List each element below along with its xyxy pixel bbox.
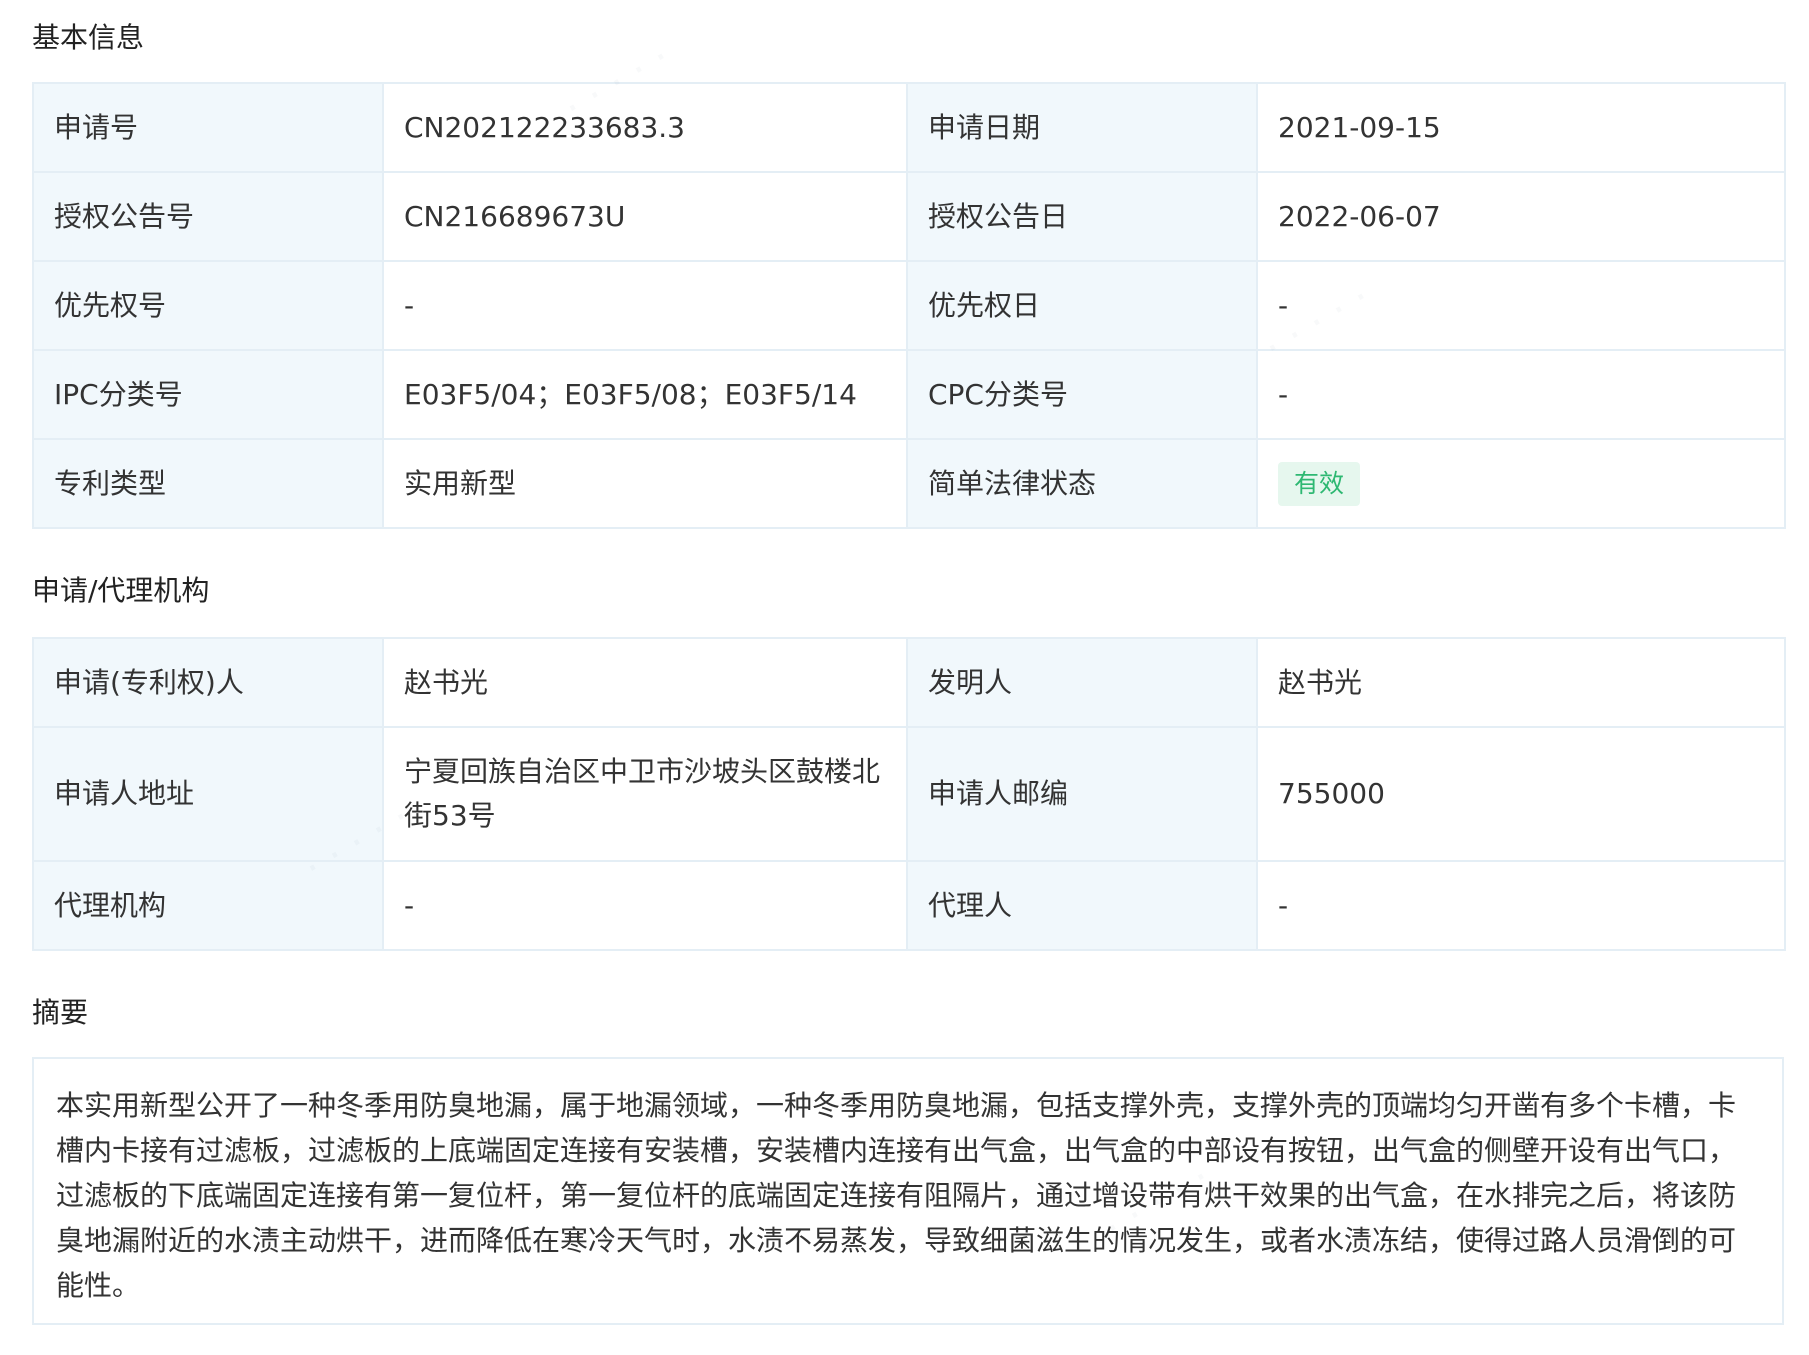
value-cpc: -: [1256, 349, 1786, 440]
value-priority-date: -: [1256, 260, 1786, 351]
table-row: 申请人地址 宁夏回族自治区中卫市沙坡头区鼓楼北街53号 申请人邮编 755000: [32, 726, 1786, 862]
value-agent: -: [1256, 860, 1786, 951]
label-agency: 代理机构: [32, 860, 384, 951]
label-applicant: 申请(专利权)人: [32, 637, 384, 728]
value-patent-type: 实用新型: [382, 438, 908, 529]
table-row: 申请号 CN202122233683.3 申请日期 2021-09-15: [32, 82, 1786, 173]
label-agent: 代理人: [906, 860, 1258, 951]
value-inventor: 赵书光: [1256, 637, 1786, 728]
status-badge: 有效: [1278, 462, 1361, 506]
label-priority-number: 优先权号: [32, 260, 384, 351]
value-application-number: CN202122233683.3: [382, 82, 908, 173]
value-grant-date: 2022-06-07: [1256, 171, 1786, 262]
label-inventor: 发明人: [906, 637, 1258, 728]
table-row: 专利类型 实用新型 简单法律状态 有效: [32, 438, 1786, 529]
table-row: 优先权号 - 优先权日 -: [32, 260, 1786, 351]
value-agency: -: [382, 860, 908, 951]
agency-table: 申请(专利权)人 赵书光 发明人 赵书光 申请人地址 宁夏回族自治区中卫市沙坡头…: [32, 637, 1786, 951]
section-title-basic-info: 基本信息: [32, 21, 145, 54]
label-applicant-address: 申请人地址: [32, 726, 384, 862]
label-application-number: 申请号: [32, 82, 384, 173]
label-cpc: CPC分类号: [906, 349, 1258, 440]
value-application-date: 2021-09-15: [1256, 82, 1786, 173]
label-grant-date: 授权公告日: [906, 171, 1258, 262]
abstract-text: 本实用新型公开了一种冬季用防臭地漏，属于地漏领域，一种冬季用防臭地漏，包括支撑外…: [32, 1057, 1784, 1325]
value-applicant: 赵书光: [382, 637, 908, 728]
table-row: 代理机构 - 代理人 -: [32, 860, 1786, 951]
label-postal-code: 申请人邮编: [906, 726, 1258, 862]
value-legal-status-cell: 有效: [1256, 438, 1786, 529]
basic-info-table: 申请号 CN202122233683.3 申请日期 2021-09-15 授权公…: [32, 82, 1786, 529]
label-priority-date: 优先权日: [906, 260, 1258, 351]
table-row: 申请(专利权)人 赵书光 发明人 赵书光: [32, 637, 1786, 728]
label-legal-status: 简单法律状态: [906, 438, 1258, 529]
value-postal-code: 755000: [1256, 726, 1786, 862]
value-ipc: E03F5/04；E03F5/08；E03F5/14: [382, 349, 908, 440]
value-applicant-address: 宁夏回族自治区中卫市沙坡头区鼓楼北街53号: [382, 726, 908, 862]
section-title-abstract: 摘要: [32, 996, 89, 1029]
label-patent-type: 专利类型: [32, 438, 384, 529]
value-grant-number: CN216689673U: [382, 171, 908, 262]
table-row: 授权公告号 CN216689673U 授权公告日 2022-06-07: [32, 171, 1786, 262]
label-grant-number: 授权公告号: [32, 171, 384, 262]
patent-detail-page: 基本信息 申请号 CN202122233683.3 申请日期 2021-09-1…: [0, 0, 1809, 1355]
section-title-agency: 申请/代理机构: [32, 574, 210, 607]
table-row: IPC分类号 E03F5/04；E03F5/08；E03F5/14 CPC分类号…: [32, 349, 1786, 440]
label-application-date: 申请日期: [906, 82, 1258, 173]
value-priority-number: -: [382, 260, 908, 351]
label-ipc: IPC分类号: [32, 349, 384, 440]
